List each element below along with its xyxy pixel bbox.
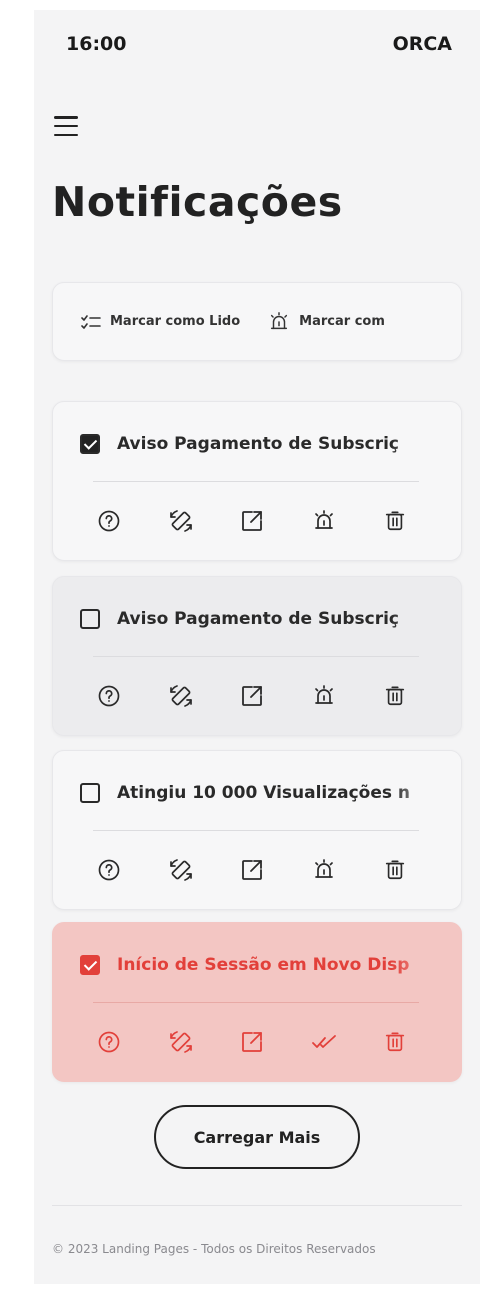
divider bbox=[93, 481, 419, 482]
mark-as-read-label: Marcar como Lido bbox=[110, 314, 241, 329]
open-external-icon[interactable] bbox=[239, 1029, 265, 1055]
notification-title: Atingiu 10 000 Visualizações n bbox=[117, 783, 411, 803]
trash-icon[interactable] bbox=[382, 857, 408, 883]
notification-title: Aviso Pagamento de Subscriç bbox=[117, 609, 399, 629]
status-bar: 16:00 ORCA bbox=[34, 10, 480, 78]
open-external-icon[interactable] bbox=[239, 683, 265, 709]
hamburger-menu-icon[interactable] bbox=[54, 116, 78, 136]
divider bbox=[93, 1002, 419, 1003]
page-title: Notificações bbox=[52, 178, 343, 226]
notification-checkbox[interactable] bbox=[80, 434, 100, 454]
rotate-icon[interactable] bbox=[168, 683, 194, 709]
divider bbox=[93, 656, 419, 657]
status-time: 16:00 bbox=[66, 33, 127, 55]
help-icon[interactable] bbox=[96, 683, 122, 709]
alarm-icon[interactable] bbox=[311, 508, 337, 534]
trash-icon[interactable] bbox=[382, 1029, 408, 1055]
trash-icon[interactable] bbox=[382, 683, 408, 709]
alarm-icon bbox=[271, 311, 288, 329]
load-more-button[interactable]: Carregar Mais bbox=[154, 1105, 360, 1169]
alarm-icon[interactable] bbox=[311, 857, 337, 883]
mark-as-read-button[interactable]: Marcar como Lido bbox=[81, 314, 240, 330]
help-icon[interactable] bbox=[96, 508, 122, 534]
help-icon[interactable] bbox=[96, 857, 122, 883]
bulk-actions-bar: Marcar como Lido Marcar com bbox=[52, 282, 462, 361]
notification-card[interactable]: Aviso Pagamento de Subscriç bbox=[52, 576, 462, 736]
double-check-icon[interactable] bbox=[311, 1029, 337, 1055]
notification-checkbox[interactable] bbox=[80, 783, 100, 803]
notification-title: Aviso Pagamento de Subscriç bbox=[117, 434, 399, 454]
list-check-icon bbox=[81, 314, 101, 329]
alarm-icon[interactable] bbox=[311, 683, 337, 709]
notification-title: Início de Sessão em Novo Disp bbox=[117, 955, 410, 975]
open-external-icon[interactable] bbox=[239, 508, 265, 534]
notification-card[interactable]: Atingiu 10 000 Visualizações n bbox=[52, 750, 462, 910]
rotate-icon[interactable] bbox=[168, 508, 194, 534]
open-external-icon[interactable] bbox=[239, 857, 265, 883]
footer-copyright: © 2023 Landing Pages - Todos os Direitos… bbox=[52, 1242, 376, 1256]
notification-checkbox[interactable] bbox=[80, 955, 100, 975]
help-icon[interactable] bbox=[96, 1029, 122, 1055]
footer-divider bbox=[52, 1205, 462, 1206]
rotate-icon[interactable] bbox=[168, 857, 194, 883]
mark-with-alarm-label: Marcar com bbox=[299, 314, 385, 329]
rotate-icon[interactable] bbox=[168, 1029, 194, 1055]
mark-with-alarm-button[interactable]: Marcar com bbox=[268, 311, 385, 333]
notification-checkbox[interactable] bbox=[80, 609, 100, 629]
notification-card[interactable]: Aviso Pagamento de Subscriç bbox=[52, 401, 462, 561]
app-screen: 16:00 ORCA Notificações Marcar como Lido bbox=[34, 10, 480, 1284]
notification-card-highlighted[interactable]: Início de Sessão em Novo Disp bbox=[52, 922, 462, 1082]
trash-icon[interactable] bbox=[382, 508, 408, 534]
divider bbox=[93, 830, 419, 831]
status-carrier: ORCA bbox=[392, 33, 452, 55]
